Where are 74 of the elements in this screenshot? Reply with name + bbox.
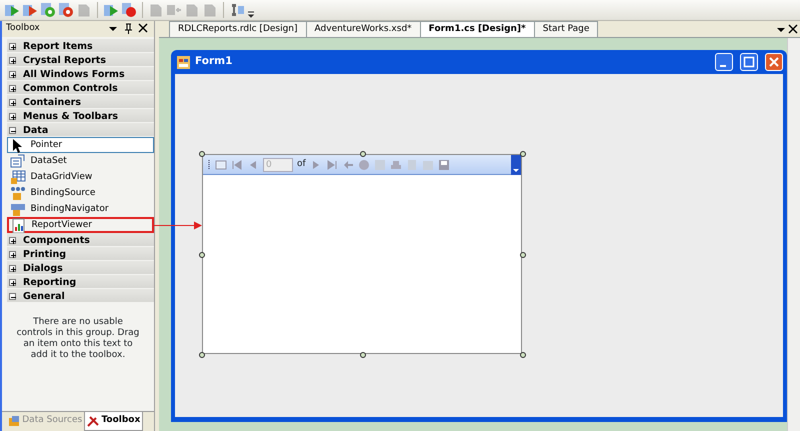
group-header[interactable]: Common Controls (7, 81, 154, 94)
of-label: of (297, 158, 306, 171)
group-header[interactable]: Crystal Reports (7, 53, 154, 66)
resize-handle[interactable] (520, 252, 526, 258)
expand-icon[interactable] (9, 57, 16, 64)
document-tab[interactable]: Form1.cs [Design]* (420, 21, 535, 37)
maximize-icon[interactable] (740, 53, 758, 71)
window-title: Form1 (195, 54, 234, 70)
group-header[interactable]: Data (7, 123, 154, 136)
run-icon[interactable] (22, 2, 38, 18)
group-header[interactable]: Printing (7, 247, 154, 260)
expand-icon[interactable] (9, 43, 16, 50)
first-page-icon (231, 158, 243, 170)
run-icon[interactable] (103, 2, 119, 18)
group-header[interactable]: General (7, 289, 154, 302)
document-tab[interactable]: Start Page (534, 21, 598, 37)
collapse-icon[interactable] (9, 293, 16, 300)
navigator-icon (10, 202, 26, 216)
document-tab[interactable]: RDLCReports.rdlc [Design] (169, 21, 307, 37)
save-icon (438, 158, 450, 170)
toolbox-item[interactable]: DataGridView (7, 169, 154, 185)
dataset-icon (10, 154, 26, 168)
group-header[interactable]: Dialogs (7, 261, 154, 274)
resize-handle[interactable] (360, 352, 366, 358)
empty-group-message: There are no usable controls in this group. Drag an item onto this text to add it to the toolbox. (16, 316, 140, 361)
expand-icon[interactable] (9, 113, 16, 120)
resize-handle[interactable] (199, 352, 205, 358)
panel-tab[interactable]: Toolbox (84, 412, 144, 430)
tool-icon[interactable] (229, 2, 245, 18)
annotation-arrow (154, 221, 202, 230)
form-icon (177, 56, 190, 68)
binding-icon (10, 186, 26, 200)
resize-handle[interactable] (199, 252, 205, 258)
grid-icon (10, 170, 26, 184)
expand-icon[interactable] (9, 99, 16, 106)
smart-tag-icon (511, 154, 521, 174)
expand-icon[interactable] (9, 71, 16, 78)
group-header[interactable]: Reporting (7, 275, 154, 288)
scrollbar[interactable] (787, 38, 800, 431)
grip-icon (207, 158, 211, 170)
document-map-icon (215, 158, 227, 170)
document-tab[interactable]: AdventureWorks.xsd* (306, 21, 421, 37)
expand-icon[interactable] (9, 251, 16, 258)
print-icon (390, 158, 402, 170)
group-header[interactable]: Report Items (7, 39, 154, 52)
resize-handle[interactable] (520, 151, 526, 157)
toolbox-item[interactable]: BindingSource (7, 185, 154, 201)
group-header[interactable]: Menus & Toolbars (7, 109, 154, 122)
close-icon[interactable] (138, 23, 150, 35)
toolbox-item[interactable]: Pointer (7, 137, 154, 153)
collapse-icon[interactable] (9, 127, 16, 134)
toolbox-item[interactable]: ReportViewer (7, 217, 154, 233)
record-icon[interactable] (121, 2, 137, 18)
back-icon (342, 158, 354, 170)
stop-icon (358, 158, 370, 170)
expand-icon[interactable] (9, 279, 16, 286)
database-icon (8, 414, 20, 427)
pin-icon[interactable] (123, 23, 135, 35)
pane-title: Toolbox (6, 22, 41, 36)
toolbox-item[interactable]: DataSet (7, 153, 154, 169)
resize-handle[interactable] (360, 151, 366, 157)
group-header[interactable]: Components (7, 233, 154, 246)
resize-handle[interactable] (199, 151, 205, 157)
expand-icon[interactable] (9, 85, 16, 92)
expand-icon[interactable] (9, 265, 16, 272)
run-icon[interactable] (4, 2, 20, 18)
minimize-icon[interactable] (715, 53, 733, 71)
resize-handle[interactable] (520, 352, 526, 358)
group-header[interactable]: All Windows Forms (7, 67, 154, 80)
toolbox-item[interactable]: BindingNavigator (7, 201, 154, 217)
expand-icon[interactable] (9, 237, 16, 244)
group-header[interactable]: Containers (7, 95, 154, 108)
report-icon (11, 218, 27, 232)
last-page-icon (326, 158, 338, 170)
